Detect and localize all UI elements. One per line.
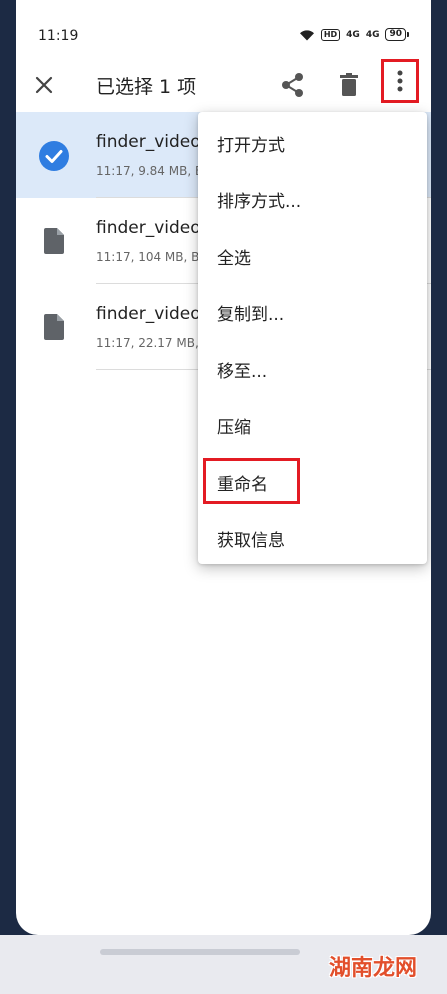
status-time: 11:19 (38, 28, 79, 44)
home-indicator[interactable] (100, 949, 300, 955)
battery-icon: 90 (385, 28, 409, 41)
menu-item-compress[interactable]: 压缩 (198, 396, 427, 452)
signal-icon: 4G (365, 29, 380, 40)
file-name: finder_video_ (96, 132, 210, 152)
menu-item-label: 打开方式 (217, 136, 285, 156)
menu-item-label: 全选 (217, 249, 251, 269)
menu-item-copy-to[interactable]: 复制到... (198, 283, 427, 339)
menu-item-label: 排序方式... (217, 192, 302, 212)
wifi-icon (299, 29, 315, 41)
close-icon[interactable] (30, 71, 58, 99)
menu-item-rename[interactable]: 重命名 (198, 453, 427, 509)
watermark: 湖南龙网 (328, 956, 417, 981)
check-circle-icon[interactable] (38, 140, 70, 172)
more-options-button[interactable] (381, 59, 419, 103)
signal-icon: 4G (346, 29, 360, 40)
file-meta: 11:17, 104 MB, BIN (96, 250, 212, 264)
menu-item-sort[interactable]: 排序方式... (198, 170, 427, 226)
menu-item-label: 移至... (217, 362, 268, 382)
delete-icon[interactable] (334, 70, 364, 100)
more-vert-icon (397, 70, 403, 92)
menu-item-label: 压缩 (217, 418, 251, 438)
share-icon[interactable] (278, 70, 308, 100)
action-toolbar: 已选择 1 项 (16, 55, 431, 115)
hd-icon: HD (320, 28, 341, 41)
menu-item-get-info[interactable]: 获取信息 (198, 509, 427, 565)
file-icon (44, 228, 64, 254)
menu-item-label: 获取信息 (217, 531, 285, 551)
status-icons: HD 4G 4G 90 (299, 28, 409, 41)
file-meta: 11:17, 22.17 MB, BI (96, 336, 215, 350)
file-meta: 11:17, 9.84 MB, BI (96, 164, 207, 178)
overflow-menu: 打开方式 排序方式... 全选 复制到... 移至... 压缩 重命名 获取信息 (198, 112, 427, 564)
file-icon (44, 314, 64, 340)
menu-item-move-to[interactable]: 移至... (198, 340, 427, 396)
file-name: finder_video_ (96, 304, 210, 324)
file-name: finder_video_ (96, 218, 210, 238)
menu-item-select-all[interactable]: 全选 (198, 227, 427, 283)
phone-screen: 11:19 HD 4G 4G 90 已选择 1 项 finder_video_ … (16, 0, 431, 935)
menu-item-open-with[interactable]: 打开方式 (198, 114, 427, 170)
menu-item-label: 重命名 (217, 475, 268, 495)
selection-title: 已选择 1 项 (96, 76, 197, 98)
menu-item-label: 复制到... (217, 305, 285, 325)
battery-level: 90 (385, 28, 406, 41)
